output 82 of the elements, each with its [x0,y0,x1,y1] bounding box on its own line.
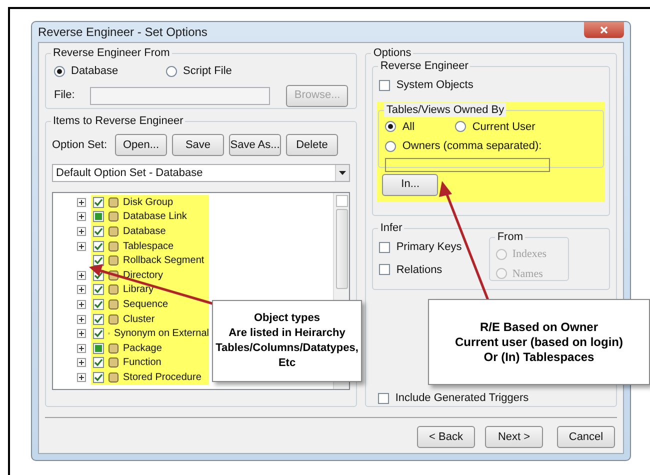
expand-icon[interactable] [77,242,86,251]
group-label: Options [371,46,414,60]
button[interactable]: Open... [115,134,167,156]
close-button[interactable] [584,22,624,38]
radio-label: All [402,120,415,134]
expand-icon[interactable] [77,372,86,382]
radio-label: Database [71,64,118,79]
callout-text: Are listed in Heirarchy [228,326,346,341]
expand-icon[interactable] [77,314,86,324]
radio-button[interactable] [385,121,396,132]
button[interactable]: < Back [417,426,475,448]
checkbox[interactable] [93,298,104,310]
callout-text: Or (In) Tablespaces [484,350,594,364]
object-icon [108,255,119,266]
expand-icon[interactable] [77,226,86,236]
checkbox-label: System Objects [396,78,474,93]
callout-text: Current user (based on login) [454,334,623,350]
checkbox[interactable] [93,240,104,252]
radio-label: Names [512,266,543,282]
object-icon [108,226,119,237]
checkbox[interactable] [93,372,104,383]
group-label: Tables/Views Owned By [384,102,506,116]
button[interactable]: Save As... [229,134,281,156]
group-label: Reverse Engineer [378,59,470,73]
button[interactable]: Cancel [557,426,615,448]
group-label: Reverse Engineer From [51,46,172,60]
expand-icon[interactable] [77,300,86,309]
checkbox[interactable] [93,255,104,266]
object-icon [108,211,119,222]
radio-button[interactable] [455,121,466,132]
checkbox[interactable] [93,284,104,296]
file-field[interactable] [90,86,270,104]
checkbox[interactable] [93,357,104,368]
button[interactable]: Delete [286,134,338,156]
checkbox-label: Include Generated Triggers [395,391,529,406]
checkbox-label: Primary Keys [396,240,462,255]
owners-field[interactable] [385,158,550,172]
checkbox[interactable] [379,242,390,253]
window-title: Reverse Engineer - Set Options [38,24,208,41]
expand-icon[interactable] [77,285,86,294]
object-icon [108,240,119,252]
checkbox[interactable] [93,314,104,325]
callout-text: Tables/Columns/Datatypes, [216,341,358,356]
checkbox[interactable] [93,196,104,208]
radio-button[interactable] [385,140,396,152]
field-label: File: [54,88,76,104]
checkbox[interactable] [93,328,104,340]
callout-text: R/E Based on Owner [480,320,598,334]
object-icon [108,196,119,208]
radio-label: Indexes [512,247,547,262]
checkbox[interactable] [379,264,390,276]
field-label: Option Set: [52,138,108,153]
dropdown-arrow-icon [339,171,346,175]
button[interactable]: Next > [485,426,543,448]
checkbox[interactable] [93,226,104,237]
dropdown[interactable]: Default Option Set - Database [52,164,350,182]
checkbox[interactable] [378,392,390,404]
expand-icon[interactable] [77,270,86,280]
checkbox[interactable] [379,80,390,91]
object-icon [108,342,119,354]
radio-label: Owners (comma separated): [402,139,542,154]
radio-button[interactable] [166,66,177,77]
radio-label: Script File [183,64,232,79]
object-icon [108,298,119,310]
button[interactable]: In... [382,174,438,196]
expand-icon[interactable] [77,198,86,207]
button[interactable]: Save [172,134,224,156]
radio-label: Current User [472,120,536,134]
radio-button[interactable] [54,66,65,77]
object-icon [108,284,119,296]
callout-text: Object types [254,311,320,326]
object-icon [108,357,119,368]
expand-icon[interactable] [77,329,86,338]
group-label: Items to Reverse Engineer [51,114,186,128]
close-icon [600,26,608,34]
object-icon [108,314,119,325]
expand-icon[interactable] [77,358,86,368]
expand-icon[interactable] [77,344,86,353]
callout-text: Etc [278,356,296,371]
expand-icon[interactable] [77,212,86,222]
object-icon [108,372,119,383]
checkbox-label: Relations [396,262,442,278]
